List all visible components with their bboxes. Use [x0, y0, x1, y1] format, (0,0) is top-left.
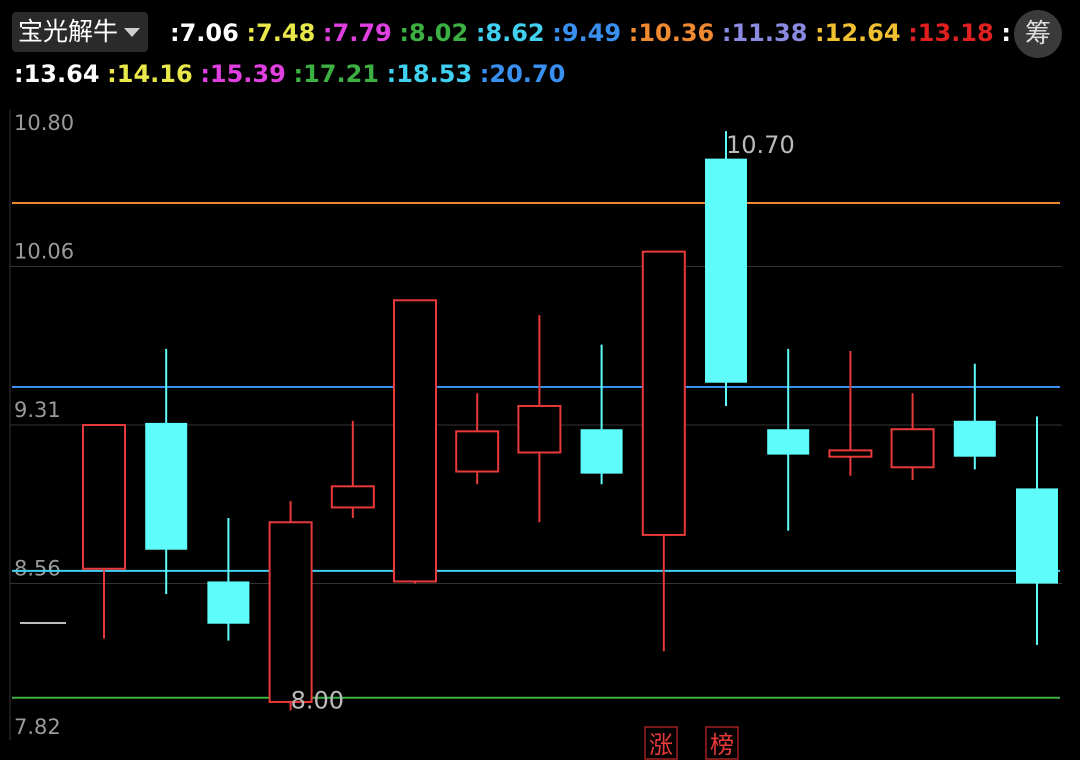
- candle-body-up: [268, 521, 313, 703]
- indicator-header: 宝光解牛 :7.06 :7.48 :7.79 :8.02 :8.62 :9.49…: [0, 0, 1080, 98]
- y-tick-label: 10.06: [14, 239, 74, 263]
- candle-body-down: [767, 429, 810, 455]
- chip-distribution-button[interactable]: 筹: [1014, 10, 1062, 58]
- level-value: :9.49: [552, 19, 622, 47]
- event-tag-label: 榜: [710, 731, 734, 759]
- candle-body-down: [145, 422, 188, 550]
- level-value: :17.21: [293, 60, 379, 88]
- level-value: :13.18: [908, 19, 994, 47]
- candle-body-up: [393, 299, 437, 583]
- high-price-label: 10.70: [726, 131, 795, 159]
- level-value: :7.06: [170, 19, 239, 47]
- y-tick-label: 9.31: [14, 398, 61, 422]
- candle-body-up: [455, 430, 500, 473]
- indicator-selector[interactable]: 宝光解牛: [12, 12, 149, 52]
- candle-body-down: [580, 429, 623, 474]
- level-value: :20.70: [479, 60, 566, 88]
- level-value: :13.64: [14, 60, 100, 88]
- levels-row-2: :13.64 :14.16 :15.39 :17.21 :18.53 :20.7…: [14, 56, 565, 92]
- candle-body-up: [890, 428, 935, 469]
- level-value: :8.62: [475, 19, 545, 47]
- candle-body-up: [517, 404, 562, 454]
- level-value: :15.39: [200, 60, 286, 88]
- candle-body-up: [641, 250, 686, 536]
- candle-body-down: [207, 581, 250, 624]
- level-value: :14.16: [107, 60, 193, 88]
- level-value: :11.38: [721, 19, 808, 47]
- caret-down-icon: [124, 28, 141, 37]
- y-tick-label: 8.56: [14, 557, 61, 581]
- level-value: :7.79: [322, 19, 392, 47]
- level-separator: :: [1001, 19, 1011, 47]
- candle-body-down: [705, 158, 747, 383]
- levels-row-1: :7.06 :7.48 :7.79 :8.02 :8.62 :9.49 :10.…: [170, 15, 1011, 51]
- candle-body-down: [953, 420, 996, 457]
- level-value: :12.64: [815, 19, 901, 47]
- level-value: :8.02: [399, 19, 469, 47]
- level-value: :18.53: [386, 60, 473, 88]
- candle-body-down: [1016, 488, 1058, 584]
- candle-body-up: [828, 449, 873, 458]
- low-price-label: 8.00: [291, 686, 344, 714]
- y-tick-label: 10.80: [14, 111, 74, 135]
- candlestick-chart: 10.80 10.06 9.31 8.56 7.82 10.70 8.00 涨 榜: [9, 110, 1062, 760]
- event-tag-label: 涨: [649, 731, 673, 759]
- indicator-name: 宝光解牛: [18, 17, 119, 46]
- level-value: :7.48: [246, 19, 316, 47]
- candle-body-up: [82, 424, 126, 570]
- y-tick-label: 7.82: [14, 715, 61, 739]
- candle-body-up: [330, 485, 375, 509]
- level-value: :10.36: [628, 19, 715, 47]
